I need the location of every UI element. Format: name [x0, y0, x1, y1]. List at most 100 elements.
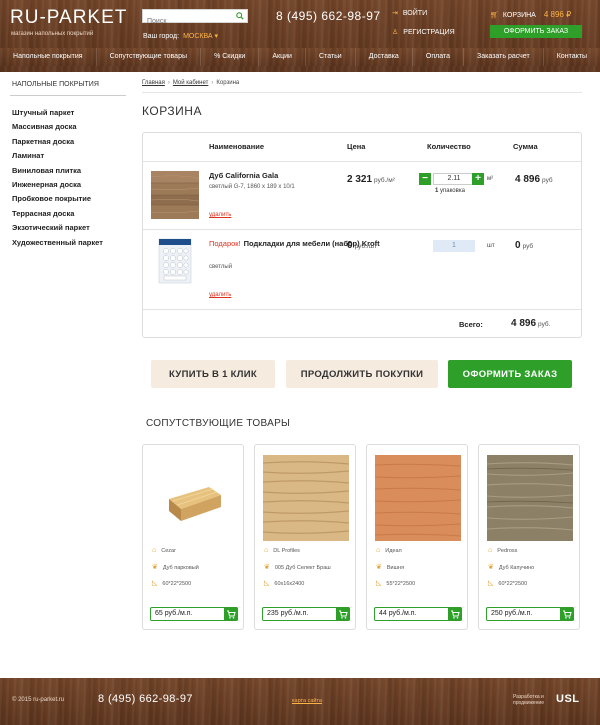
sidebar-item-parquet-board[interactable]: Паркетная доска	[12, 135, 103, 149]
sidebar-item-vinyl[interactable]: Виниловая плитка	[12, 164, 103, 178]
product-card[interactable]: ⌂ DL Profiles ❦ 005 Дуб Селект Браш ◺ 60х16…	[254, 444, 356, 630]
sidebar-item-piece-parquet[interactable]: Штучный паркет	[12, 106, 103, 120]
nav-item-promos[interactable]: Акции	[259, 48, 306, 66]
header-cart[interactable]: 🛒︎ КОРЗИНА 4 896 ₽	[490, 10, 571, 19]
city-label: Ваш город:	[143, 33, 180, 40]
product-image-cappuccino[interactable]	[487, 455, 573, 541]
card-price-text: 235 руб./м.п.	[267, 610, 309, 617]
row-sum: 0 руб	[515, 240, 533, 251]
nav-item-articles[interactable]: Статьи	[306, 48, 356, 66]
register-link[interactable]: ♙ РЕГИСТРАЦИЯ	[392, 28, 455, 36]
header-phone[interactable]: 8 (495) 662-98-97	[276, 9, 381, 23]
nav-item-payment[interactable]: Оплата	[413, 48, 465, 66]
leaf-icon: ❦	[488, 564, 494, 571]
nav-item-contacts[interactable]: Контакты	[544, 48, 600, 66]
sidebar-item-engineered[interactable]: Инженерная доска	[12, 178, 103, 192]
site-map-link[interactable]: карта сайта	[292, 698, 322, 704]
qty-minus-button[interactable]: −	[419, 173, 431, 185]
cart-icon: 🛒︎	[490, 12, 499, 19]
pack-info: 1 упаковка	[435, 188, 465, 194]
city-dropdown[interactable]: МОСКВА ▾	[183, 33, 218, 40]
product-image-pads[interactable]	[151, 237, 199, 285]
search-icon[interactable]	[236, 12, 244, 20]
row-sum-unit: руб	[522, 243, 534, 250]
cart-icon	[451, 610, 460, 619]
col-header-qty: Количество	[427, 142, 471, 151]
cart-table: Наименование Цена Количество Сумма Дуб C…	[142, 132, 582, 338]
leaf-icon: ❦	[152, 564, 158, 571]
card-price-text: 250 руб./м.п.	[491, 610, 533, 617]
main-nav: Напольные покрытия Сопутствующие товары …	[0, 48, 600, 66]
product-card[interactable]: ⌂ Идеал ❦ Вишня ◺ 55*22*2500 44 руб./м.п.	[366, 444, 468, 630]
add-to-cart-button[interactable]	[560, 607, 574, 621]
card-size: ◺ 60*22*2500	[488, 579, 527, 587]
product-card[interactable]: ⌂ Pedross ❦ Дуб Капучино ◺ 60*22*2500 250 р…	[478, 444, 580, 630]
card-price: 65 руб./м.п.	[150, 607, 238, 621]
qty-input[interactable]: 1	[433, 240, 475, 252]
tag-icon: ⌂	[264, 547, 269, 554]
footer-phone[interactable]: 8 (495) 662-98-97	[98, 693, 193, 705]
breadcrumb-home[interactable]: Главная	[142, 80, 165, 86]
card-brand: ⌂ Cezar	[152, 547, 176, 554]
add-to-cart-button[interactable]	[336, 607, 350, 621]
register-label: РЕГИСТРАЦИЯ	[403, 29, 455, 36]
breadcrumb-current: Корзина	[216, 80, 240, 86]
card-price-text: 65 руб./м.п.	[155, 610, 193, 617]
qty-input[interactable]: 2.11	[433, 173, 475, 185]
col-header-sum: Сумма	[513, 142, 538, 151]
nav-item-delivery[interactable]: Доставка	[356, 48, 413, 66]
gift-badge: Подарок!	[209, 239, 241, 248]
cart-label: КОРЗИНА	[502, 12, 536, 19]
developer-logo[interactable]: USL	[556, 693, 580, 705]
qty-unit: м²	[487, 176, 494, 182]
tag-icon: ⌂	[376, 547, 381, 554]
row-sum-value: 4 896	[515, 174, 541, 185]
site-logo[interactable]: RU-PARKET	[10, 7, 127, 29]
card-price-text: 44 руб./м.п.	[379, 610, 417, 617]
nav-item-discounts[interactable]: % Скидки	[201, 48, 260, 66]
card-price: 44 руб./м.п.	[374, 607, 462, 621]
sidebar-title: НАПОЛЬНЫЕ ПОКРЫТИЯ	[12, 81, 99, 88]
delete-link[interactable]: удалить	[209, 212, 231, 218]
ruler-icon: ◺	[264, 580, 270, 587]
product-name-text: Дуб California Gala	[209, 171, 279, 180]
login-link[interactable]: ⇥ ВОЙТИ	[392, 9, 427, 17]
total-label: Всего:	[459, 320, 483, 329]
sidebar-item-exotic[interactable]: Экзотический паркет	[12, 221, 103, 235]
sidebar-item-laminate[interactable]: Ламинат	[12, 149, 103, 163]
col-header-price: Цена	[347, 142, 366, 151]
breadcrumb-cabinet[interactable]: Мой кабинет	[173, 80, 209, 86]
card-brand-text: DL Profiles	[273, 548, 300, 554]
sidebar-item-art[interactable]: Художественный паркет	[12, 236, 103, 250]
product-image-plinth[interactable]	[151, 455, 237, 541]
card-size-text: 60*22*2500	[498, 581, 528, 587]
sidebar-item-massive[interactable]: Массивная доска	[12, 120, 103, 134]
cart-total: 4 896 ₽	[543, 10, 572, 19]
sidebar-menu: Штучный паркет Массивная доска Паркетная…	[12, 106, 103, 250]
product-image-oak-brush[interactable]	[263, 455, 349, 541]
delete-link[interactable]: удалить	[209, 292, 231, 298]
continue-shopping-button[interactable]: ПРОДОЛЖИТЬ ПОКУПКИ	[286, 360, 438, 388]
search-input[interactable]	[143, 15, 231, 28]
add-to-cart-button[interactable]	[224, 607, 238, 621]
add-to-cart-button[interactable]	[448, 607, 462, 621]
sidebar-item-cork[interactable]: Пробковое покрытие	[12, 192, 103, 206]
nav-item-related[interactable]: Сопутствующие товары	[97, 48, 202, 66]
header-order-button[interactable]: ОФОРМИТЬ ЗАКАЗ	[490, 25, 582, 38]
qty-plus-button[interactable]: +	[472, 173, 484, 185]
product-card[interactable]: ⌂ Cezar ❦ Дуб парковый ◺ 60*22*2500 65 руб.…	[142, 444, 244, 630]
nav-item-calc[interactable]: Заказать расчет	[464, 48, 544, 66]
card-color-text: Дуб парковый	[162, 565, 199, 571]
search-box	[142, 9, 248, 28]
product-image-cherry[interactable]	[375, 455, 461, 541]
breadcrumb-divider	[142, 92, 582, 93]
checkout-button[interactable]: ОФОРМИТЬ ЗАКАЗ	[448, 360, 572, 388]
product-image-oak[interactable]	[151, 171, 199, 219]
nav-item-floor[interactable]: Напольные покрытия	[0, 48, 97, 66]
buy-one-click-button[interactable]: КУПИТЬ В 1 КЛИК	[151, 360, 275, 388]
product-name[interactable]: Дуб California Gala	[209, 171, 278, 180]
card-size: ◺ 55*22*2500	[376, 579, 415, 587]
card-price: 250 руб./м.п.	[486, 607, 574, 621]
sidebar-item-terrace[interactable]: Террасная доска	[12, 207, 103, 221]
col-header-name: Наименование	[209, 142, 265, 151]
